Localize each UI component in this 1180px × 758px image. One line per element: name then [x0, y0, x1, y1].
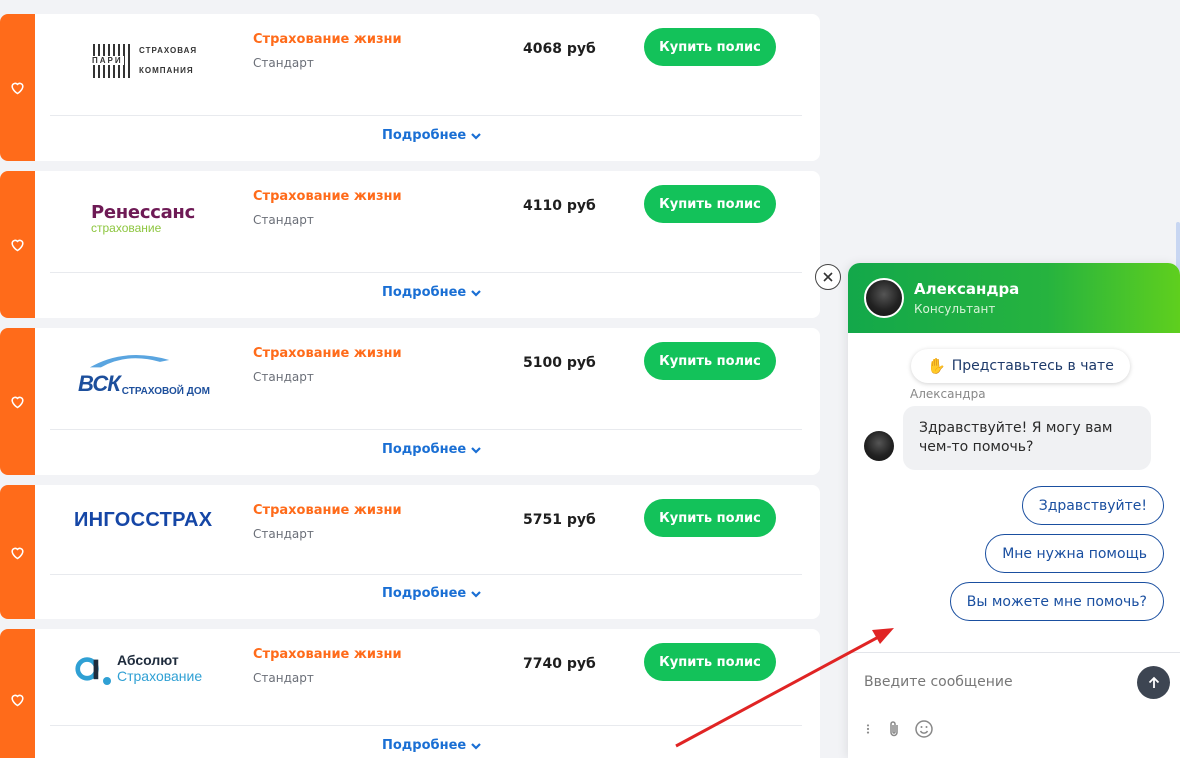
- price: 7740 руб: [523, 656, 596, 672]
- message-input[interactable]: [864, 671, 1124, 693]
- divider: [50, 272, 802, 273]
- quick-reply-button[interactable]: Вы можете мне помочь?: [949, 582, 1164, 621]
- chevron-down-icon: [471, 132, 482, 140]
- chevron-down-icon: [471, 742, 482, 750]
- divider: [50, 725, 802, 726]
- quick-reply-button[interactable]: Здравствуйте!: [1021, 486, 1164, 525]
- chevron-down-icon: [471, 590, 482, 598]
- more-vertical-icon[interactable]: [862, 719, 874, 739]
- details-link[interactable]: Подробнее: [382, 128, 482, 143]
- product-tier: Стандарт: [253, 527, 314, 541]
- product-info: Страхование жизни Стандарт: [253, 647, 402, 685]
- offer-card: Абсолют Страхование Страхование жизни Ст…: [0, 629, 820, 758]
- chevron-down-icon: [471, 289, 482, 297]
- offer-card: Ренессанс страхование Страхование жизни …: [0, 171, 820, 318]
- heart-icon: [11, 82, 24, 95]
- product-name: Страхование жизни: [253, 189, 402, 204]
- close-chat-button[interactable]: [815, 264, 841, 290]
- avatar: [864, 431, 894, 461]
- favorite-button[interactable]: [0, 485, 35, 619]
- product-tier: Стандарт: [253, 56, 314, 70]
- details-link[interactable]: Подробнее: [382, 738, 482, 753]
- buy-policy-button[interactable]: Купить полис: [644, 185, 776, 223]
- details-link[interactable]: Подробнее: [382, 586, 482, 601]
- price: 4068 руб: [523, 41, 596, 57]
- buy-policy-button[interactable]: Купить полис: [644, 643, 776, 681]
- favorite-button[interactable]: [0, 629, 35, 758]
- details-label: Подробнее: [382, 285, 467, 300]
- heart-icon: [11, 547, 24, 559]
- intro-label: Представьтесь в чате: [951, 358, 1114, 374]
- favorite-button[interactable]: [0, 171, 35, 318]
- details-label: Подробнее: [382, 442, 467, 457]
- chevron-down-icon: [471, 446, 482, 454]
- product-name: Страхование жизни: [253, 503, 402, 518]
- product-tier: Стандарт: [253, 370, 314, 384]
- insurer-logo: Абсолют Страхование: [74, 643, 224, 693]
- agent-role: Консультант: [914, 302, 996, 316]
- paperclip-icon[interactable]: [884, 719, 904, 739]
- buy-policy-button[interactable]: Купить полис: [644, 28, 776, 66]
- details-link[interactable]: Подробнее: [382, 442, 482, 457]
- price: 4110 руб: [523, 198, 596, 214]
- price: 5100 руб: [523, 355, 596, 371]
- offer-card: ИНГОССТРАХ Страхование жизни Стандарт 57…: [0, 485, 820, 619]
- offer-card: ВСК СТРАХОВОЙ ДОМ Страхование жизни Стан…: [0, 328, 820, 475]
- absolut-a-icon: [75, 657, 99, 681]
- favorite-button[interactable]: [0, 328, 35, 475]
- quick-reply-button[interactable]: Мне нужна помощь: [985, 534, 1164, 573]
- chat-widget: Александра Консультант ✋ Представьтесь в…: [848, 263, 1180, 758]
- insurer-logo: ИНГОССТРАХ: [74, 508, 213, 531]
- introduce-yourself-button[interactable]: ✋ Представьтесь в чате: [911, 349, 1130, 383]
- favorite-button[interactable]: [0, 14, 35, 161]
- insurer-logo: ПАРИ СТРАХОВАЯ КОМПАНИЯ: [91, 36, 243, 86]
- vsk-roof-icon: [89, 354, 170, 368]
- heart-icon: [11, 239, 24, 252]
- heart-icon: [11, 396, 24, 409]
- product-name: Страхование жизни: [253, 32, 402, 47]
- agent-name: Александра: [914, 280, 1020, 298]
- buy-policy-button[interactable]: Купить полис: [644, 499, 776, 537]
- arrow-up-icon: [1148, 676, 1159, 688]
- product-tier: Стандарт: [253, 671, 314, 685]
- heart-icon: [11, 694, 24, 706]
- product-info: Страхование жизни Стандарт: [253, 346, 402, 384]
- details-link[interactable]: Подробнее: [382, 285, 482, 300]
- offer-card: ПАРИ СТРАХОВАЯ КОМПАНИЯ Страхование жизн…: [0, 14, 820, 161]
- product-name: Страхование жизни: [253, 647, 402, 662]
- message-sender: Александра: [910, 387, 986, 401]
- details-label: Подробнее: [382, 128, 467, 143]
- send-button[interactable]: [1137, 666, 1170, 699]
- product-tier: Стандарт: [253, 213, 314, 227]
- chat-message: Здравствуйте! Я могу вам чем-то помочь?: [903, 406, 1151, 470]
- details-label: Подробнее: [382, 586, 467, 601]
- insurer-logo: ВСК СТРАХОВОЙ ДОМ: [78, 350, 228, 400]
- chat-header: Александра Консультант: [848, 263, 1180, 333]
- insurer-logo: Ренессанс страхование: [91, 201, 195, 235]
- divider: [50, 115, 802, 116]
- product-name: Страхование жизни: [253, 346, 402, 361]
- avatar: [864, 278, 904, 318]
- close-icon: [823, 272, 833, 282]
- price: 5751 руб: [523, 512, 596, 528]
- divider: [50, 574, 802, 575]
- product-info: Страхование жизни Стандарт: [253, 189, 402, 227]
- buy-policy-button[interactable]: Купить полис: [644, 342, 776, 380]
- waving-hand-icon: ✋: [927, 357, 946, 375]
- offer-list: ПАРИ СТРАХОВАЯ КОМПАНИЯ Страхование жизн…: [0, 0, 820, 758]
- divider: [50, 429, 802, 430]
- details-label: Подробнее: [382, 738, 467, 753]
- product-info: Страхование жизни Стандарт: [253, 503, 402, 541]
- smile-icon[interactable]: [914, 719, 934, 739]
- product-info: Страхование жизни Стандарт: [253, 32, 402, 70]
- chat-input-area: [848, 652, 1180, 758]
- chat-toolbar: [862, 719, 934, 739]
